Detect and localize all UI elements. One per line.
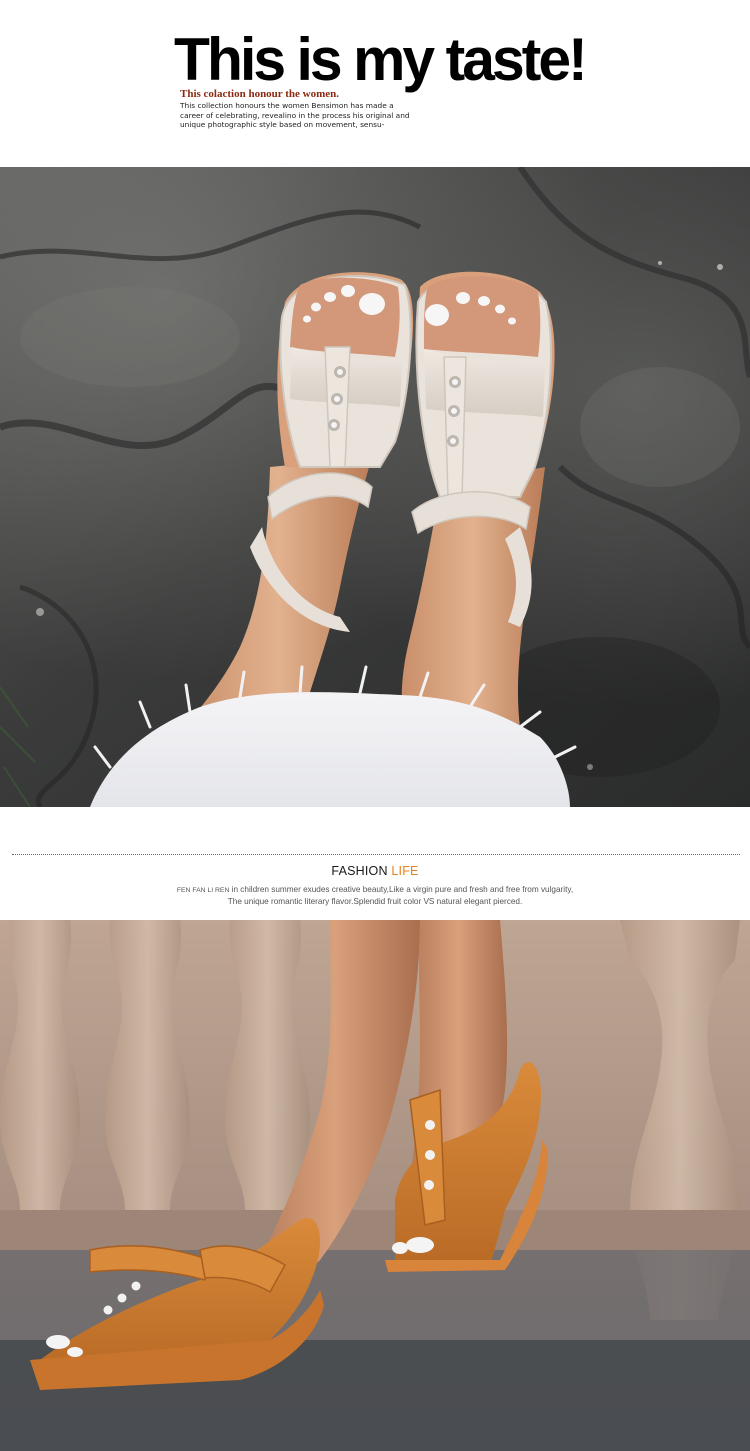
title-accent: LIFE [391, 864, 419, 878]
tan-sandals-illustration [0, 920, 750, 1451]
description-line-1: FEN FAN LI REN in children summer exudes… [0, 884, 750, 896]
description-line-2: The unique romantic literary flavor.Sple… [227, 897, 523, 906]
dotted-divider [12, 854, 740, 855]
title-main: FASHION [331, 864, 392, 878]
fashion-life-section: FASHION LIFE FEN FAN LI REN in children … [0, 807, 750, 920]
brand-name: FEN FAN LI REN [176, 887, 230, 894]
fashion-life-title: FASHION LIFE [0, 864, 750, 878]
subhead: This colaction honour the women. [180, 88, 340, 100]
fashion-life-description: FEN FAN LI REN in children summer exudes… [0, 884, 750, 907]
product-photo-tan-sandals [0, 920, 750, 1451]
headline: This is my taste! [174, 26, 588, 93]
beige-sandals-illustration [0, 167, 750, 807]
header-section: This is my taste! This colaction honour … [0, 0, 750, 167]
header-blurb: This collection honours the women Bensim… [180, 101, 410, 130]
product-photo-beige-sandals [0, 167, 750, 807]
description-line-1-text: in children summer exudes creative beaut… [229, 885, 574, 894]
